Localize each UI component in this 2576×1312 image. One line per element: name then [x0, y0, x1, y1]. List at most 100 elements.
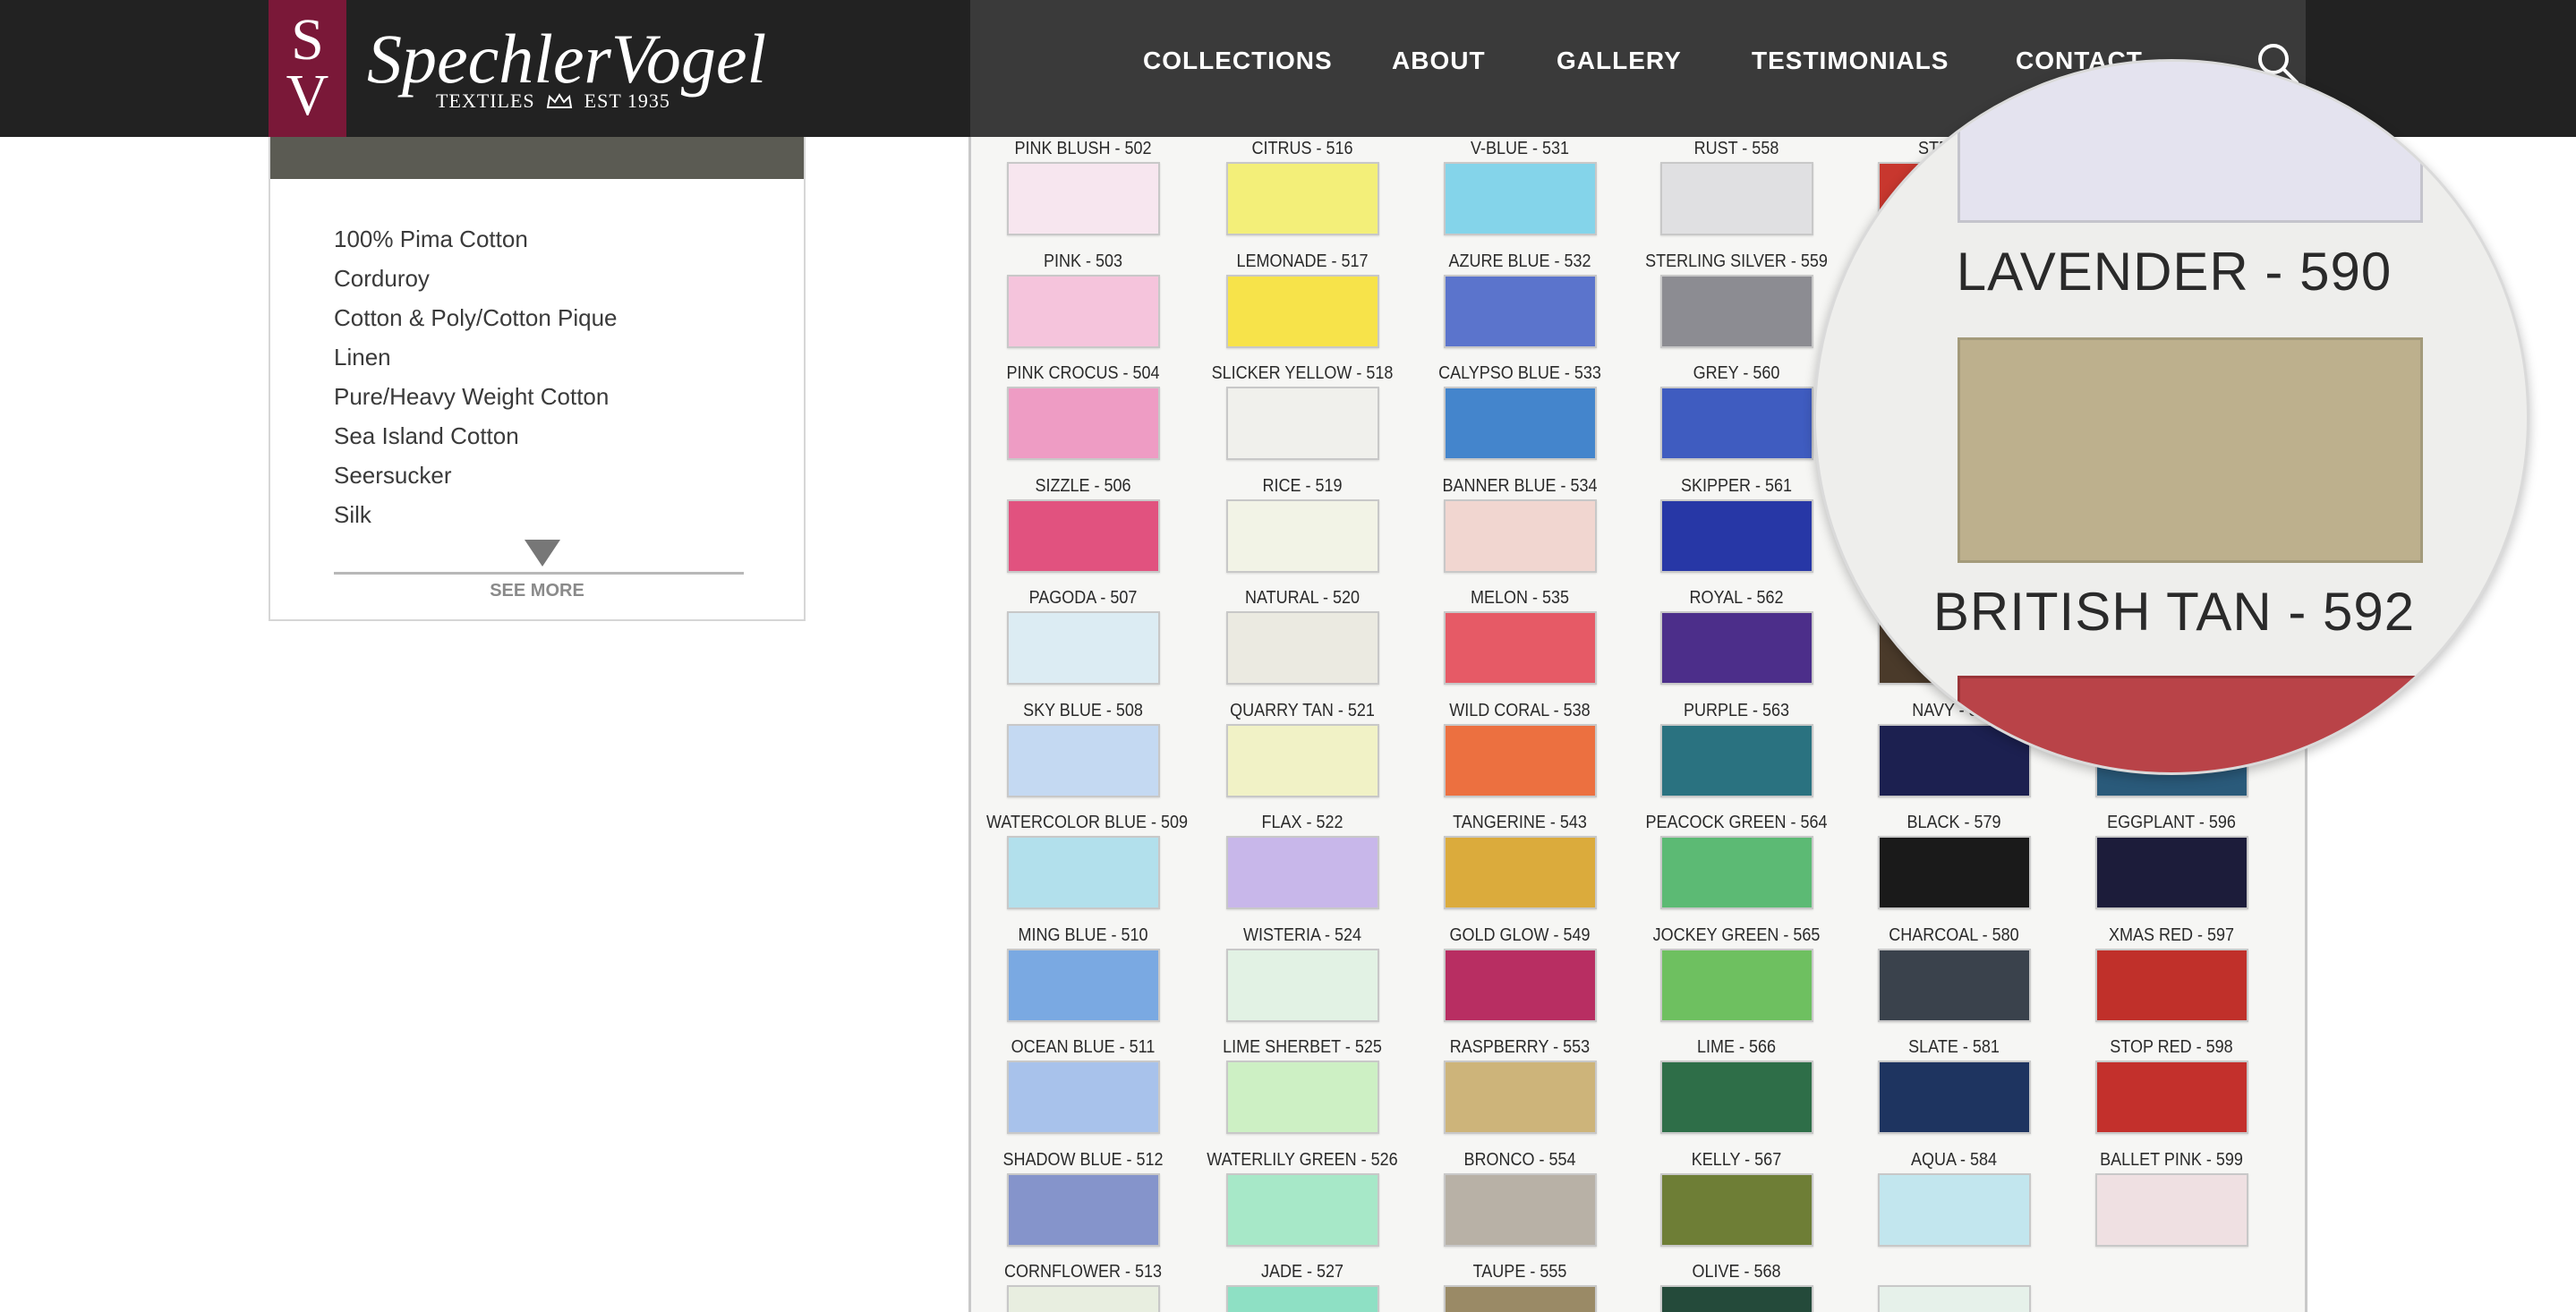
fabric-swatch[interactable]	[1444, 498, 1597, 573]
fabric-swatch[interactable]	[1444, 387, 1597, 460]
fabric-swatch[interactable]	[1660, 611, 1813, 685]
fabric-swatch[interactable]	[1226, 1285, 1379, 1312]
fabric-swatch[interactable]	[1660, 723, 1813, 797]
nav-testimonials[interactable]: TESTIMONIALS	[1752, 47, 1949, 75]
fabric-swatch[interactable]	[1007, 1172, 1160, 1247]
fabric-swatch[interactable]	[1226, 498, 1379, 573]
swatch-label: SHADOW BLUE - 512	[1002, 1149, 1164, 1170]
fabric-swatch[interactable]	[2095, 1172, 2248, 1247]
category-sidebar: 100% Pima Cotton Corduroy Cotton & Poly/Co…	[269, 137, 806, 621]
fabric-swatch[interactable]	[1878, 948, 2031, 1022]
fabric-swatch[interactable]	[1007, 1061, 1160, 1134]
swatch-label: ROYAL - 562	[1689, 588, 1784, 608]
fabric-swatch[interactable]	[1226, 948, 1379, 1022]
monogram-v: V	[286, 63, 329, 128]
category-link[interactable]: Silk	[334, 495, 746, 534]
fabric-swatch[interactable]	[1660, 162, 1813, 235]
magnified-label-british-tan: BRITISH TAN - 592	[1932, 582, 2416, 642]
swatch-label: RASPBERRY - 553	[1449, 1037, 1591, 1057]
logo-monogram[interactable]: S V	[269, 0, 346, 137]
fabric-swatch[interactable]	[1660, 387, 1813, 460]
see-more-arrow-icon[interactable]	[525, 540, 560, 567]
fabric-swatch[interactable]	[1007, 948, 1160, 1022]
category-link[interactable]: Sea Island Cotton	[334, 416, 746, 456]
fabric-swatch[interactable]	[1226, 274, 1379, 348]
fabric-swatch[interactable]	[1226, 611, 1379, 685]
fabric-swatch[interactable]	[1444, 162, 1597, 235]
nav-about[interactable]: ABOUT	[1392, 47, 1486, 75]
fabric-swatch[interactable]	[1660, 1061, 1813, 1134]
fabric-swatch[interactable]	[1226, 387, 1379, 460]
fabric-swatch[interactable]	[1660, 1285, 1813, 1312]
fabric-swatch[interactable]	[1878, 1061, 2031, 1134]
fabric-swatch[interactable]	[2095, 1061, 2248, 1134]
fabric-swatch[interactable]	[1007, 611, 1160, 685]
swatch-label: PAGODA - 507	[1028, 588, 1138, 608]
category-link[interactable]: Corduroy	[334, 259, 746, 298]
fabric-swatch[interactable]	[1226, 162, 1379, 235]
fabric-swatch[interactable]	[1007, 836, 1160, 909]
category-link[interactable]: Pure/Heavy Weight Cotton	[334, 377, 746, 416]
fabric-swatch[interactable]	[1660, 498, 1813, 573]
fabric-swatch[interactable]	[1660, 1172, 1813, 1247]
fabric-swatch[interactable]	[1226, 1061, 1379, 1134]
swatch-label: NATURAL - 520	[1244, 588, 1361, 608]
fabric-swatch[interactable]	[1444, 274, 1597, 348]
fabric-swatch[interactable]	[2095, 836, 2248, 909]
swatch-label: V-BLUE - 531	[1470, 139, 1570, 158]
fabric-swatch[interactable]	[1444, 1172, 1597, 1247]
fabric-swatch[interactable]	[1007, 162, 1160, 235]
fabric-swatch[interactable]	[1444, 948, 1597, 1022]
fabric-swatch[interactable]	[1878, 836, 2031, 909]
swatch-label: AZURE BLUE - 532	[1448, 251, 1591, 271]
swatch-label: CORNFLOWER - 513	[1003, 1262, 1163, 1282]
fabric-swatch[interactable]	[1226, 836, 1379, 909]
category-link[interactable]: Seersucker	[334, 456, 746, 495]
fabric-swatch[interactable]	[1444, 1285, 1597, 1312]
swatch-label: PURPLE - 563	[1683, 700, 1790, 720]
fabric-swatch[interactable]	[1444, 611, 1597, 685]
nav-gallery[interactable]: GALLERY	[1557, 47, 1682, 75]
swatch-label: BRONCO - 554	[1463, 1149, 1576, 1170]
fabric-swatch[interactable]	[1007, 387, 1160, 460]
swatch-label: PINK - 503	[1043, 251, 1123, 271]
swatch-label: CALYPSO BLUE - 533	[1438, 363, 1601, 383]
swatch-label: FLAX - 522	[1261, 813, 1343, 832]
swatch-label: RICE - 519	[1262, 475, 1343, 496]
category-link[interactable]: 100% Pima Cotton	[334, 219, 746, 259]
magnified-label-lavender: LAVENDER - 590	[1956, 242, 2393, 302]
fabric-swatch[interactable]	[1660, 948, 1813, 1022]
nav-collections[interactable]: COLLECTIONS	[1143, 47, 1333, 75]
fabric-swatch[interactable]	[1007, 1285, 1160, 1312]
zoom-magnifier: LAVENDER - 590 BRITISH TAN - 592	[1813, 59, 2529, 775]
fabric-swatch[interactable]	[1226, 723, 1379, 797]
swatch-label: LEMONADE - 517	[1236, 251, 1369, 271]
swatch-label: WILD CORAL - 538	[1449, 700, 1591, 720]
fabric-swatch[interactable]	[1444, 836, 1597, 909]
see-more-button[interactable]: SEE MORE	[270, 581, 804, 601]
fabric-swatch[interactable]	[1226, 1172, 1379, 1247]
category-link[interactable]: Cotton & Poly/Cotton Pique	[334, 298, 746, 337]
fabric-swatch[interactable]	[1007, 498, 1160, 573]
fabric-swatch[interactable]	[2095, 1285, 2248, 1312]
fabric-swatch[interactable]	[1444, 723, 1597, 797]
sidebar-header-bar	[270, 137, 804, 179]
category-link[interactable]: Linen	[334, 337, 746, 377]
fabric-swatch[interactable]	[1007, 274, 1160, 348]
monogram-s: S	[291, 7, 324, 72]
fabric-swatch[interactable]	[1444, 1061, 1597, 1134]
fabric-swatch[interactable]	[1878, 1172, 2031, 1247]
category-list: 100% Pima Cotton Corduroy Cotton & Poly/Co…	[334, 219, 746, 541]
fabric-swatch[interactable]	[1660, 274, 1813, 348]
fabric-swatch[interactable]	[1660, 836, 1813, 909]
swatch-label: STOP RED - 598	[2110, 1037, 2233, 1057]
swatch-label: WATERLILY GREEN - 526	[1207, 1149, 1398, 1170]
fabric-swatch[interactable]	[1007, 723, 1160, 797]
swatch-label: TAUPE - 555	[1472, 1262, 1567, 1282]
swatch-label: WISTERIA - 524	[1242, 924, 1362, 945]
swatch-label: JOCKEY GREEN - 565	[1652, 924, 1821, 945]
fabric-swatch[interactable]	[1878, 1285, 2031, 1312]
fabric-swatch[interactable]	[2095, 948, 2248, 1022]
swatch-label: KELLY - 567	[1691, 1149, 1782, 1170]
swatch-label: LIME SHERBET - 525	[1223, 1037, 1382, 1057]
